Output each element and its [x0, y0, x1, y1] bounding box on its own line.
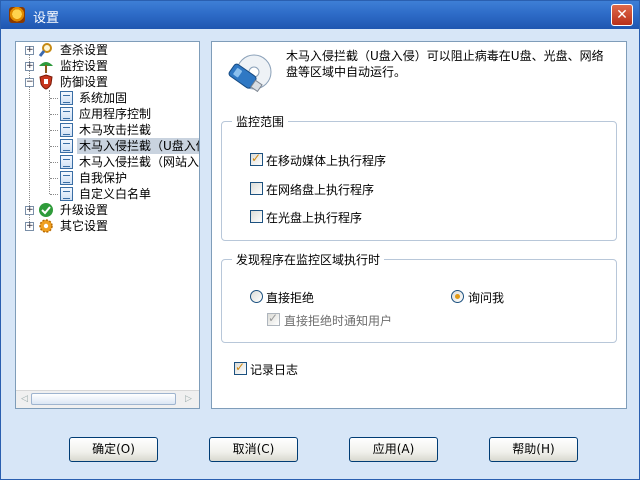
action-group: 发现程序在监控区域执行时 直接拒绝 询问我 直接拒绝时通知用户 [221, 251, 617, 343]
usb-drive-icon [228, 54, 272, 93]
network-drive-checkbox[interactable] [250, 182, 263, 195]
record-log-label: 记录日志 [250, 363, 299, 377]
app-logo-icon [9, 7, 25, 23]
upgrade-check-icon [39, 203, 53, 217]
settings-window: 设置 ✕ + 查杀设置 + 监控设置 − 防御设置 系统加固 应用程序控制 木马… [0, 0, 640, 480]
help-button[interactable]: 帮助(H) [489, 437, 578, 462]
group-title: 发现程序在监控区域执行时 [232, 251, 385, 268]
tree-item-web-intrusion-block[interactable]: 木马入侵拦截（网站入侵 [16, 154, 199, 170]
block-directly-label: 直接拒绝 [266, 291, 315, 305]
scroll-left-icon[interactable]: ◁ [18, 393, 31, 405]
apply-button[interactable]: 应用(A) [349, 437, 438, 462]
tree-item-label: 监控设置 [60, 59, 109, 73]
page-icon [60, 107, 73, 121]
tree-item-label: 木马入侵拦截（U盘入侵 [77, 138, 199, 154]
umbrella-icon [39, 62, 53, 73]
expand-icon[interactable]: + [25, 46, 34, 55]
scroll-right-icon[interactable]: ▷ [182, 393, 195, 405]
tree-item-label: 其它设置 [60, 219, 109, 233]
ok-button[interactable]: 确定(O) [69, 437, 158, 462]
record-log-checkbox[interactable] [234, 360, 247, 375]
tree-item-system-hardening[interactable]: 系统加固 [16, 90, 199, 106]
magnifier-icon [38, 43, 52, 57]
tree-connector [50, 98, 58, 99]
removable-media-label: 在移动媒体上执行程序 [266, 154, 387, 168]
tree-item-monitor-settings[interactable]: + 监控设置 [16, 58, 199, 74]
close-icon: ✕ [616, 7, 628, 23]
tree-item-scan-settings[interactable]: + 查杀设置 [16, 42, 199, 58]
expand-icon[interactable]: + [25, 222, 34, 231]
tree-item-other-settings[interactable]: + 其它设置 [16, 218, 199, 234]
close-button[interactable]: ✕ [611, 4, 633, 26]
page-icon [60, 155, 73, 169]
monitor-scope-group: 监控范围 在移动媒体上执行程序 在网络盘上执行程序 在光盘上执行程序 [221, 113, 617, 241]
tree-item-label: 木马攻击拦截 [79, 123, 152, 137]
group-title: 监控范围 [232, 113, 289, 130]
ask-me-radio[interactable] [451, 290, 464, 303]
tree-item-label: 防御设置 [60, 75, 109, 89]
cancel-button[interactable]: 取消(C) [209, 437, 298, 462]
tree-item-app-control[interactable]: 应用程序控制 [16, 106, 199, 122]
tree-item-label: 系统加固 [79, 91, 128, 105]
optical-drive-checkbox[interactable] [250, 210, 263, 223]
tree-connector [50, 146, 58, 147]
tree-horizontal-scrollbar[interactable]: ◁ ▷ [16, 390, 199, 408]
page-icon [60, 91, 73, 105]
expand-icon[interactable]: + [25, 206, 34, 215]
tree-item-label: 查杀设置 [60, 43, 109, 57]
tree-item-label: 木马入侵拦截（网站入侵 [79, 155, 199, 169]
optical-drive-label: 在光盘上执行程序 [266, 211, 363, 225]
expand-icon[interactable]: + [25, 62, 34, 71]
shield-icon [39, 74, 53, 90]
removable-media-checkbox[interactable] [250, 151, 263, 166]
ask-me-label: 询问我 [468, 291, 505, 305]
tree-item-trojan-attack-block[interactable]: 木马攻击拦截 [16, 122, 199, 138]
tree-connector [50, 162, 58, 163]
page-icon [60, 171, 73, 185]
tree-connector [50, 114, 58, 115]
page-icon [60, 187, 73, 201]
tree-item-label: 应用程序控制 [79, 107, 152, 121]
settings-tree: + 查杀设置 + 监控设置 − 防御设置 系统加固 应用程序控制 木马攻击拦截 … [15, 41, 200, 409]
window-title: 设置 [33, 11, 60, 26]
tree-connector [50, 194, 58, 195]
collapse-icon[interactable]: − [25, 78, 34, 87]
tree-item-usb-intrusion-block[interactable]: 木马入侵拦截（U盘入侵 [16, 138, 199, 154]
tree-item-self-protection[interactable]: 自我保护 [16, 170, 199, 186]
tree-connector [50, 178, 58, 179]
tree-item-upgrade-settings[interactable]: + 升级设置 [16, 202, 199, 218]
page-icon [60, 139, 73, 153]
tree-connector [50, 130, 58, 131]
title-bar: 设置 ✕ [1, 1, 639, 29]
notify-on-block-label: 直接拒绝时通知用户 [284, 314, 393, 328]
tree-item-label: 自我保护 [79, 171, 128, 185]
tree-item-defense-settings[interactable]: − 防御设置 [16, 74, 199, 90]
page-icon [60, 123, 73, 137]
network-drive-label: 在网络盘上执行程序 [266, 183, 375, 197]
tree-item-custom-whitelist[interactable]: 自定义白名单 [16, 186, 199, 202]
notify-on-block-checkbox[interactable] [267, 311, 280, 326]
settings-panel: 木马入侵拦截（U盘入侵）可以阻止病毒在U盘、光盘、网络盘等区域中自动运行。 监控… [211, 41, 627, 409]
feature-description: 木马入侵拦截（U盘入侵）可以阻止病毒在U盘、光盘、网络盘等区域中自动运行。 [286, 49, 604, 79]
tree-item-label: 升级设置 [60, 203, 109, 217]
scroll-thumb[interactable] [31, 393, 176, 405]
block-directly-radio[interactable] [250, 290, 263, 303]
gear-icon [39, 219, 53, 233]
tree-item-label: 自定义白名单 [79, 187, 152, 201]
